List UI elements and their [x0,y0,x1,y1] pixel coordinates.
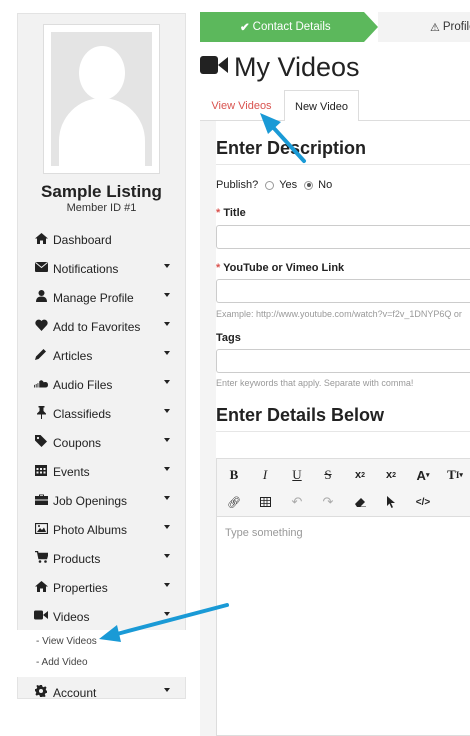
arrow-to-view-videos-submenu [99,603,229,642]
arrow-to-view-videos-tab [260,113,306,163]
annotation-arrows [99,113,306,642]
